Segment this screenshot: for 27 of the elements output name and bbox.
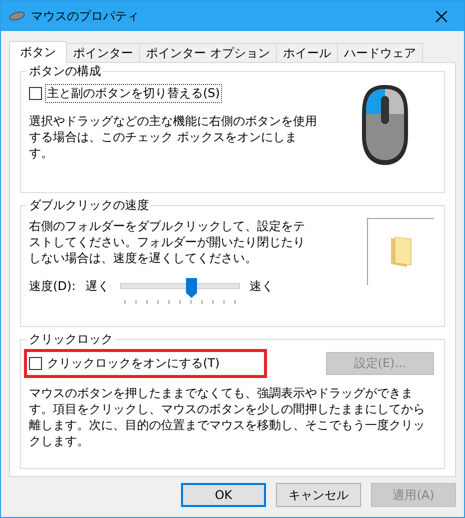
checkbox[interactable] — [29, 357, 42, 370]
group-title: クリックロック — [27, 332, 115, 346]
group-title: ダブルクリックの速度 — [27, 198, 151, 212]
slider-thumb[interactable] — [186, 278, 197, 298]
speed-slider[interactable] — [120, 278, 240, 304]
tab[interactable]: ボタン — [9, 41, 67, 63]
description: 選択やドラッグなどの主な機能に右側のボタンを使用する場合は、このチェック ボックスをオンにします。 — [29, 113, 318, 161]
slow-label: 遅く — [86, 278, 110, 295]
tab[interactable]: ハードウェア — [336, 43, 423, 62]
tab[interactable]: ホイール — [276, 43, 338, 62]
close-icon — [436, 10, 446, 22]
test-area[interactable] — [367, 218, 434, 285]
checkbox-label[interactable]: 主と副のボタンを切り替える(S) — [45, 84, 222, 103]
speed-label: 速度(D): — [29, 278, 76, 295]
description: マウスのボタンを押したままでなくても、強調表示やドラッグができます。項目をクリックし、マウスのボタンを少しの間押したままにしてから離します。次に、目的の位置までマウスを移動し、そこでもう一度クリックします。 — [29, 385, 426, 449]
description: 右側のフォルダーをダブルクリックして、設定をテストしてください。フォルダーが開いたり閉じたりしない場合は、速度を遅くしてください。 — [29, 218, 306, 266]
checkbox-label[interactable]: クリックロックをオンにする(T) — [45, 354, 222, 373]
dialog-button[interactable]: OK — [181, 483, 266, 507]
fast-label: 速く — [250, 278, 274, 295]
group-title: ボタンの構成 — [27, 64, 103, 78]
checkbox[interactable] — [29, 87, 42, 100]
dialog-button[interactable]: キャンセル — [276, 483, 361, 507]
folder-icon — [389, 236, 413, 268]
window-title: マウスのプロパティ — [31, 8, 140, 24]
tab[interactable]: ポインター — [66, 43, 140, 62]
tab[interactable]: ポインター オプション — [139, 43, 277, 62]
mouse-icon — [9, 11, 25, 21]
